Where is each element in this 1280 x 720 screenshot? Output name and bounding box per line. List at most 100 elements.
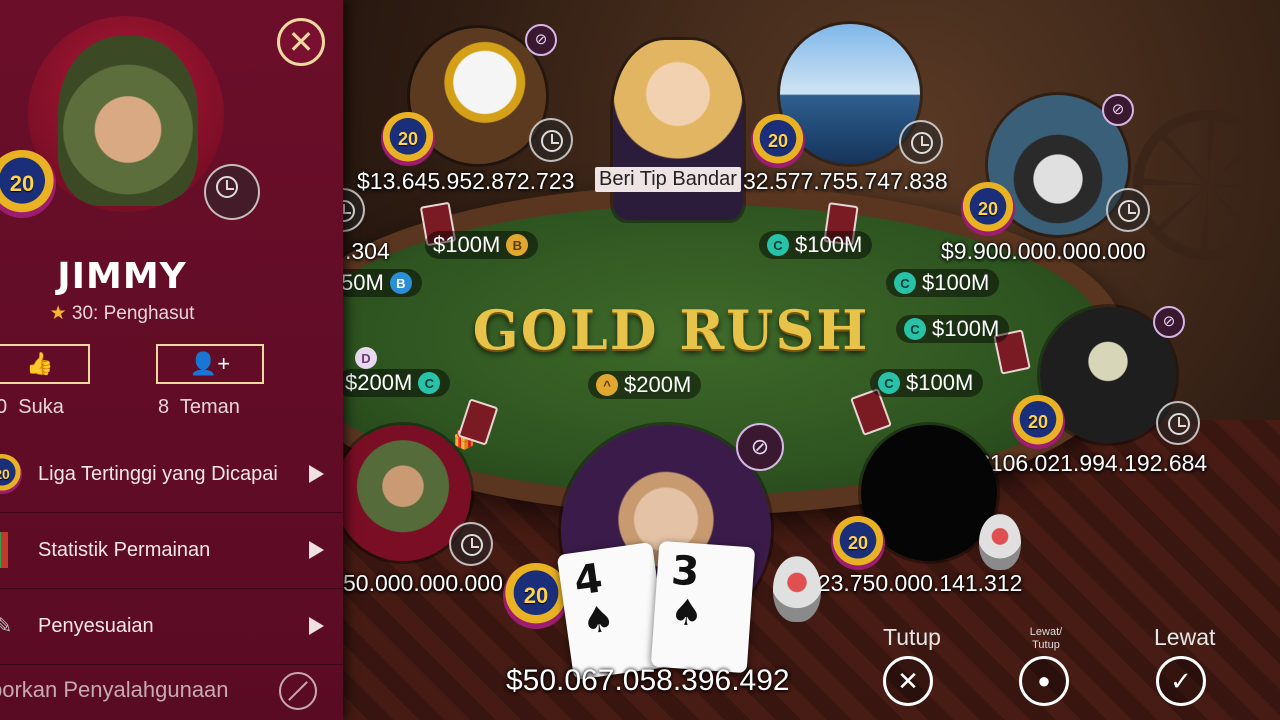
level-badge-icon: 20 bbox=[961, 182, 1015, 236]
dealer-avatar[interactable] bbox=[613, 40, 743, 220]
close-button[interactable]: ✕ bbox=[277, 18, 325, 66]
wagon-wheel-decoration bbox=[1133, 110, 1280, 260]
player-name: JIMMY bbox=[57, 256, 187, 297]
check-fold-label-line2: Tutup bbox=[1032, 639, 1060, 651]
card-suit: ♠ bbox=[579, 598, 618, 644]
tip-dealer-button[interactable]: Beri Tip Bandar bbox=[595, 167, 741, 192]
timer-icon bbox=[1156, 401, 1200, 445]
level-badge-icon: 20 bbox=[831, 516, 885, 570]
bet-amount: 50M bbox=[343, 270, 384, 295]
player-balance: 50.000.000.000 bbox=[343, 570, 503, 596]
player-bet: C $100M bbox=[759, 231, 873, 259]
player-balance: $9.900.000.000.000 bbox=[941, 238, 1146, 264]
pencil-icon: ✎ bbox=[0, 613, 13, 638]
menu-item-label: Statistik Permainan bbox=[38, 538, 211, 561]
likes-label: Suka bbox=[18, 396, 64, 418]
friends-count: 8 bbox=[158, 396, 170, 418]
player-rank: ★ 30: Penghasut bbox=[0, 302, 244, 325]
ring-gift-icon bbox=[773, 556, 821, 622]
menu-item-customization[interactable]: ✎ Penyesuaian bbox=[0, 588, 343, 665]
thumbs-up-icon: 👍 bbox=[26, 351, 54, 376]
hero-balance: $50.067.058.396.492 bbox=[506, 664, 790, 697]
block-icon[interactable] bbox=[279, 672, 317, 710]
profile-avatar bbox=[28, 16, 224, 212]
poker-table-scene: GOLD RUSH Beri Tip Bandar ⊘ 20 $13.645.9… bbox=[343, 0, 1280, 720]
likes-stat: 0 Suka bbox=[0, 396, 64, 419]
report-abuse-label: porkan Penyalahgunaan bbox=[0, 677, 229, 702]
rank-text: 30: Penghasut bbox=[71, 303, 195, 324]
level-badge-icon: 20 bbox=[1011, 395, 1065, 449]
bet-chip-icon: C bbox=[904, 318, 926, 340]
friends-stat: 8 Teman bbox=[158, 396, 240, 419]
add-friend-icon: 👤+ bbox=[189, 351, 231, 376]
stats-icon bbox=[0, 532, 8, 568]
mute-chat-icon[interactable]: ⊘ bbox=[736, 423, 784, 471]
bet-chip-icon: C bbox=[418, 372, 441, 394]
card-rank: 3 bbox=[669, 547, 701, 596]
bet-amount: $200M bbox=[345, 370, 413, 395]
pot-chip-icon: ^ bbox=[596, 374, 618, 396]
bet-chip-icon: C bbox=[878, 372, 900, 394]
bet-amount: $100M bbox=[795, 232, 863, 257]
like-button[interactable]: 👍 bbox=[0, 344, 90, 384]
check-fold-button[interactable]: ● bbox=[1019, 656, 1069, 706]
pot-amount: $200M bbox=[624, 372, 692, 397]
player-balance: $106.021.994.192.684 bbox=[977, 450, 1208, 476]
player-bet: C $100M bbox=[886, 269, 1000, 297]
table-logo: GOLD RUSH bbox=[472, 298, 870, 362]
timer-icon bbox=[204, 164, 260, 220]
timer-icon bbox=[449, 522, 493, 566]
player-balance: .304 bbox=[345, 238, 390, 264]
friends-label: Teman bbox=[179, 396, 240, 418]
check-label: Lewat bbox=[1154, 624, 1216, 650]
bet-chip-icon: B bbox=[506, 234, 529, 256]
menu-item-label: Liga Tertinggi yang Dicapai bbox=[38, 462, 278, 485]
menu-item-game-stats[interactable]: Statistik Permainan bbox=[0, 512, 343, 589]
bet-amount: $100M bbox=[906, 370, 974, 395]
dealer-button-chip: D bbox=[355, 347, 377, 369]
chevron-right-icon bbox=[309, 617, 324, 635]
chevron-right-icon bbox=[309, 465, 324, 483]
likes-count: 0 bbox=[0, 396, 8, 418]
timer-icon bbox=[899, 120, 943, 164]
card-rank: 4 bbox=[571, 555, 606, 605]
level-badge-icon: 20 bbox=[751, 114, 805, 168]
league-badge-icon: 20 bbox=[0, 454, 22, 494]
timer-icon bbox=[529, 118, 573, 162]
bet-chip-icon: B bbox=[389, 272, 412, 294]
player-bet: $100M B bbox=[425, 231, 539, 259]
player-balance: $23.750.000.141.312 bbox=[805, 570, 1023, 596]
check-fold-label-line1: Lewat/ bbox=[1029, 626, 1063, 638]
player-bet: C $100M bbox=[896, 315, 1010, 343]
check-button[interactable]: ✓ bbox=[1156, 656, 1206, 706]
player-balance: 32.577.755.747.838 bbox=[743, 168, 948, 194]
hero-card: 3 ♠ bbox=[650, 540, 756, 674]
card-suit: ♠ bbox=[669, 591, 705, 635]
player-bet: C $100M bbox=[870, 369, 984, 397]
level-badge-icon: 20 bbox=[381, 112, 435, 166]
bet-amount: $100M bbox=[922, 270, 990, 295]
mute-chat-icon[interactable]: ⊘ bbox=[1102, 94, 1134, 126]
timer-icon bbox=[1106, 188, 1150, 232]
soldier-portrait bbox=[58, 36, 198, 206]
check-fold-label: Lewat/ Tutup bbox=[1023, 626, 1069, 652]
star-icon: ★ bbox=[49, 303, 67, 324]
add-friend-button[interactable]: 👤+ bbox=[156, 344, 264, 384]
player-profile-panel: 20 ✕ JIMMY ★ 30: Penghasut 👍 👤+ 0 Suka 8… bbox=[0, 0, 343, 720]
mute-chat-icon[interactable]: ⊘ bbox=[525, 24, 557, 56]
player-bet: $200M C bbox=[343, 369, 451, 397]
chevron-right-icon bbox=[309, 541, 324, 559]
bet-amount: $100M bbox=[932, 316, 1000, 341]
menu-item-highest-league[interactable]: 20 Liga Tertinggi yang Dicapai bbox=[0, 436, 343, 513]
ring-gift-icon bbox=[979, 514, 1021, 570]
menu-item-label: Penyesuaian bbox=[38, 614, 154, 637]
fold-label: Tutup bbox=[883, 624, 941, 650]
bet-chip-icon: C bbox=[894, 272, 916, 294]
bet-chip-icon: C bbox=[767, 234, 789, 256]
player-bet: 50M B bbox=[343, 269, 422, 297]
fold-button[interactable]: ✕ bbox=[883, 656, 933, 706]
player-balance: $13.645.952.872.723 bbox=[357, 168, 575, 194]
bet-amount: $100M bbox=[433, 232, 501, 257]
pot-display: ^ $200M bbox=[588, 371, 702, 399]
mute-chat-icon[interactable]: ⊘ bbox=[1153, 306, 1185, 338]
